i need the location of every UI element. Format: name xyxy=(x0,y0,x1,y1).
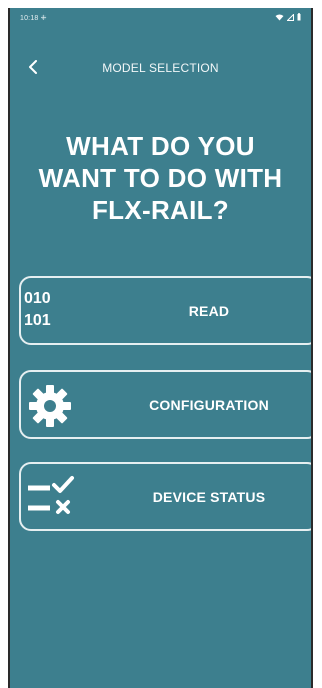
signal-icon xyxy=(287,13,294,21)
status-time: 10:18 ⁜ xyxy=(20,15,47,22)
binary-icon-line: 010 xyxy=(24,290,51,307)
app-screen: 10:18 ⁜ MODEL SELECTION WHAT DO YOU WANT… xyxy=(8,8,313,688)
configuration-button[interactable]: CONFIGURATION xyxy=(19,370,311,439)
question-line: FLX-RAIL? xyxy=(91,195,229,225)
wifi-icon xyxy=(275,14,284,20)
status-icons xyxy=(275,13,301,21)
battery-icon xyxy=(297,13,301,21)
binary-icon-line: 101 xyxy=(24,312,51,329)
question-line: WANT TO DO WITH xyxy=(38,163,283,193)
read-button-label: READ xyxy=(188,302,230,319)
checklist-icon xyxy=(26,475,76,524)
gear-icon xyxy=(27,383,73,434)
binary-icon: 010 101 xyxy=(24,288,51,332)
configuration-button-label: CONFIGURATION xyxy=(149,396,269,413)
device-status-button-label: DEVICE STATUS xyxy=(152,488,266,505)
read-button[interactable]: 010 101 READ xyxy=(19,276,311,345)
status-bar: 10:18 ⁜ xyxy=(10,8,311,30)
app-bar: MODEL SELECTION xyxy=(10,56,311,80)
page-title: MODEL SELECTION xyxy=(102,61,219,75)
question-heading: WHAT DO YOU WANT TO DO WITH FLX-RAIL? xyxy=(10,130,311,226)
device-status-button[interactable]: DEVICE STATUS xyxy=(19,462,311,531)
question-line: WHAT DO YOU xyxy=(66,131,255,161)
